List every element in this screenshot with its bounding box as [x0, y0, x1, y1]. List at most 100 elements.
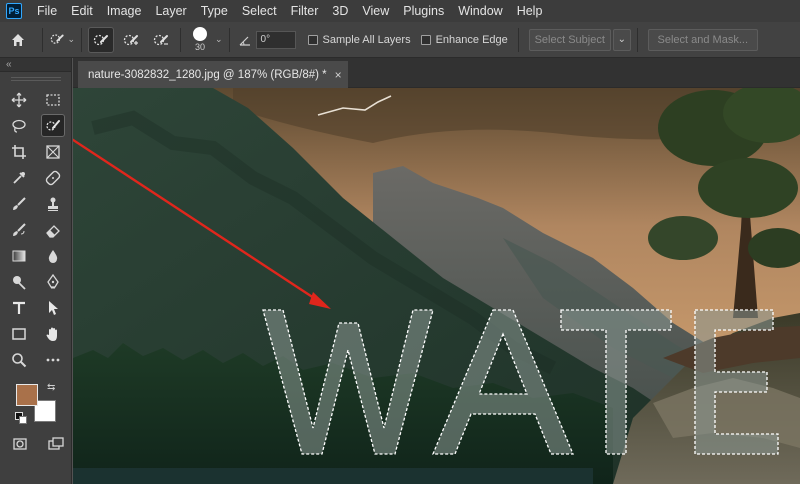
eraser-icon — [46, 224, 60, 238]
color-swatches: ⇆ — [14, 382, 60, 428]
subtract-from-selection-icon — [153, 34, 168, 45]
dodge-tool[interactable] — [7, 270, 31, 293]
divider — [42, 27, 43, 52]
more-tools[interactable] — [41, 348, 65, 371]
divider — [180, 27, 181, 52]
menu-select[interactable]: Select — [235, 0, 284, 22]
brush-size-value: 30 — [194, 42, 205, 52]
quick-mask-button[interactable] — [8, 432, 32, 455]
type-icon — [13, 301, 25, 314]
hand-tool[interactable] — [41, 322, 65, 345]
brush-picker[interactable]: 30 — [187, 22, 213, 58]
add-to-selection-icon — [123, 34, 138, 45]
new-selection-icon — [93, 34, 108, 45]
options-bar: ⌄ 30 ⌄ 0° Sample All Layers Enhance Edge… — [0, 22, 800, 58]
hand-icon — [46, 327, 57, 341]
clone-stamp-tool[interactable] — [41, 192, 65, 215]
select-subject-dropdown[interactable]: ⌄ — [612, 28, 631, 51]
blur-tool[interactable] — [41, 244, 65, 267]
chevron-down-icon: ⌄ — [617, 34, 626, 45]
eraser-tool[interactable] — [41, 218, 65, 241]
angle-icon — [239, 36, 250, 46]
type-tool[interactable] — [7, 296, 31, 319]
move-tool[interactable] — [7, 88, 31, 111]
gradient-tool[interactable] — [7, 244, 31, 267]
spot-healing-brush-tool[interactable] — [41, 166, 65, 189]
swap-colors-icon[interactable]: ⇆ — [47, 382, 55, 393]
quick-selection-tool[interactable] — [41, 114, 65, 137]
panel-grip[interactable] — [11, 77, 61, 81]
zoom-tool[interactable] — [7, 348, 31, 371]
angle-input[interactable]: 0° — [255, 30, 296, 49]
enhance-edge-checkbox[interactable]: Enhance Edge — [420, 34, 508, 46]
quick-selection-icon — [46, 119, 60, 131]
home-button[interactable] — [0, 22, 36, 58]
menu-view[interactable]: View — [355, 0, 396, 22]
quick-selection-icon — [50, 33, 64, 44]
tree-canopy — [648, 216, 718, 260]
path-selection-tool[interactable] — [41, 296, 65, 319]
magnifier-icon — [12, 352, 27, 367]
path-selection-arrow-icon — [49, 300, 58, 315]
tool-preset-picker[interactable]: ⌄ — [49, 27, 75, 53]
collapse-panel-button[interactable]: « — [0, 58, 71, 72]
tools-panel: « ⇆ — [0, 58, 72, 484]
home-icon — [12, 33, 24, 46]
photoshop-logo-icon[interactable]: Ps — [6, 3, 22, 19]
eyedropper-icon — [13, 171, 25, 184]
crop-tool[interactable] — [7, 140, 31, 163]
screen-mode-button[interactable] — [44, 432, 68, 455]
divider — [81, 27, 82, 52]
lasso-tool[interactable] — [7, 114, 31, 137]
select-subject-button[interactable]: Select Subject — [528, 28, 611, 51]
chevron-down-icon[interactable]: ⌄ — [215, 34, 223, 45]
gradient-icon — [12, 250, 26, 261]
menu-filter[interactable]: Filter — [284, 0, 326, 22]
menu-plugins[interactable]: Plugins — [396, 0, 451, 22]
menu-help[interactable]: Help — [510, 0, 550, 22]
sample-all-layers-checkbox[interactable]: Sample All Layers — [307, 33, 411, 46]
sample-all-layers-label: Sample All Layers — [322, 33, 411, 46]
stamp-icon — [48, 197, 58, 211]
quick-mask-icon — [13, 437, 27, 450]
healing-bandage-icon — [45, 170, 61, 185]
menu-bar: Ps File Edit Image Layer Type Select Fil… — [0, 0, 800, 22]
marquee-icon — [46, 93, 60, 106]
history-brush-icon — [13, 222, 26, 236]
pen-icon — [47, 273, 59, 288]
divider — [228, 27, 230, 52]
menu-window[interactable]: Window — [451, 0, 509, 22]
rectangle-icon — [12, 327, 26, 340]
menu-file[interactable]: File — [30, 0, 64, 22]
history-brush-tool[interactable] — [7, 218, 31, 241]
menu-type[interactable]: Type — [194, 0, 235, 22]
rectangular-marquee-tool[interactable] — [41, 88, 65, 111]
menu-layer[interactable]: Layer — [148, 0, 193, 22]
foreground-color-swatch[interactable] — [16, 384, 38, 406]
document-canvas[interactable] — [73, 88, 800, 484]
select-and-mask-button[interactable]: Select and Mask... — [647, 28, 758, 51]
subtract-from-selection-button[interactable] — [148, 27, 174, 53]
pen-tool[interactable] — [41, 270, 65, 293]
move-icon — [11, 92, 27, 107]
rectangle-tool[interactable] — [7, 322, 31, 345]
divider — [636, 27, 638, 52]
checkbox-box[interactable] — [420, 34, 431, 45]
menu-3d[interactable]: 3D — [325, 0, 355, 22]
ellipsis-icon — [46, 358, 60, 361]
frame-tool[interactable] — [41, 140, 65, 163]
close-icon[interactable]: × — [335, 68, 342, 82]
screen-mode-icon — [48, 436, 64, 450]
new-selection-button[interactable] — [88, 26, 114, 53]
document-tab[interactable]: nature-3082832_1280.jpg @ 187% (RGB/8#) … — [78, 61, 348, 88]
menu-edit[interactable]: Edit — [64, 0, 100, 22]
brush-tip-icon — [193, 27, 207, 41]
add-to-selection-button[interactable] — [118, 27, 144, 53]
dodge-icon — [13, 275, 26, 290]
eyedropper-tool[interactable] — [7, 166, 31, 189]
brush-tool[interactable] — [7, 192, 31, 215]
checkbox-box[interactable] — [307, 34, 318, 45]
crop-icon — [12, 144, 26, 159]
blur-drop-icon — [48, 249, 58, 263]
menu-image[interactable]: Image — [100, 0, 149, 22]
